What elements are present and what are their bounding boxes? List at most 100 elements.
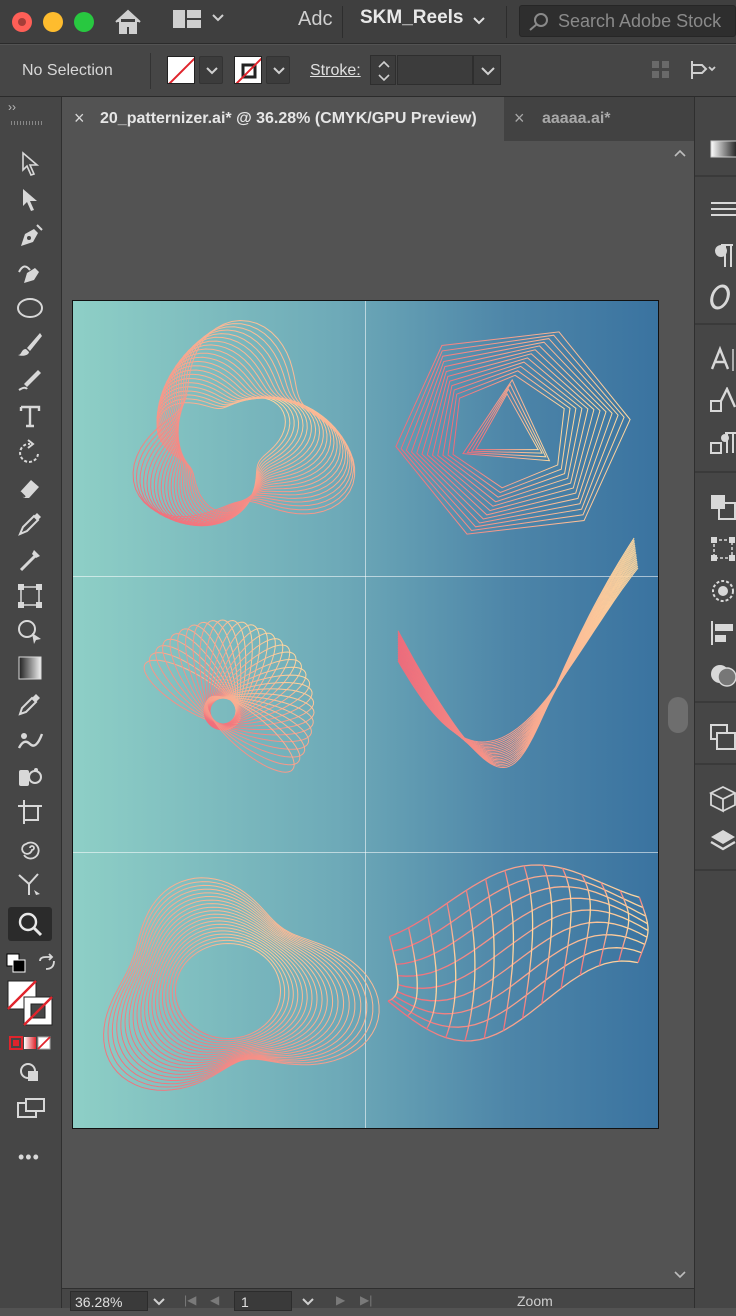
direct-selection-tool[interactable] bbox=[8, 183, 52, 217]
first-artboard-icon[interactable]: |◀ bbox=[184, 1293, 196, 1307]
workspace-switcher-icon[interactable] bbox=[172, 8, 202, 30]
eraser-tool[interactable] bbox=[8, 471, 52, 505]
stroke-dropdown[interactable] bbox=[266, 56, 290, 84]
chevron-down-icon[interactable] bbox=[470, 12, 488, 30]
color-mode-buttons[interactable] bbox=[8, 1035, 52, 1051]
ellipse-icon bbox=[17, 298, 43, 318]
artboard[interactable] bbox=[72, 300, 659, 1129]
close-tab-button[interactable]: × bbox=[514, 108, 525, 129]
fill-dropdown[interactable] bbox=[199, 56, 223, 84]
pattern-line bbox=[541, 864, 553, 1004]
curvature-tool[interactable] bbox=[8, 255, 52, 289]
right-panel-dock bbox=[694, 97, 736, 1308]
gradient-tool[interactable] bbox=[8, 651, 52, 685]
artboards-icon[interactable] bbox=[709, 723, 736, 751]
pattern-line bbox=[521, 865, 534, 1019]
pattern-line bbox=[208, 632, 276, 729]
layers-icon[interactable] bbox=[709, 827, 736, 855]
collapse-panel-button[interactable]: ›› bbox=[8, 100, 16, 114]
align-icon[interactable] bbox=[709, 619, 736, 647]
fill-swatch[interactable] bbox=[167, 56, 195, 84]
chevron-down-icon[interactable] bbox=[148, 1291, 170, 1311]
width-tool[interactable] bbox=[8, 507, 52, 541]
tab-aaaaa[interactable]: × aaaaa.ai* bbox=[504, 97, 694, 141]
curvature-pen-icon bbox=[18, 265, 39, 283]
divider bbox=[695, 869, 736, 871]
tab-20-patternizer[interactable]: × 20_patternizer.ai* @ 36.28% (CMYK/GPU … bbox=[62, 97, 504, 141]
align-grid-icon[interactable] bbox=[650, 59, 672, 81]
window-zoom-button[interactable] bbox=[74, 12, 94, 32]
puppet-warp-tool[interactable] bbox=[8, 723, 52, 757]
drawing-modes-icon[interactable] bbox=[18, 1061, 42, 1083]
paragraph-styles-icon[interactable] bbox=[709, 429, 736, 457]
gradient-panel-icon[interactable] bbox=[709, 137, 736, 165]
stroke-weight-stepper[interactable] bbox=[370, 55, 396, 85]
swap-colors-icon[interactable] bbox=[36, 953, 58, 975]
type-tool[interactable] bbox=[8, 399, 52, 433]
menu-icon[interactable] bbox=[709, 197, 736, 225]
stroke-swatch[interactable] bbox=[234, 56, 262, 84]
document-switcher[interactable]: SKM_Reels bbox=[360, 7, 464, 29]
canvas[interactable] bbox=[62, 141, 694, 1288]
3d-materials-icon[interactable] bbox=[708, 785, 736, 813]
artboard-tool[interactable] bbox=[8, 795, 52, 829]
stock-search-input[interactable]: Search Adobe Stock bbox=[519, 5, 736, 37]
default-colors-icon[interactable] bbox=[6, 953, 28, 975]
appearance-icon[interactable] bbox=[709, 577, 736, 605]
transform-panel-icon[interactable] bbox=[688, 57, 716, 83]
tab-label: aaaaa.ai* bbox=[542, 110, 611, 127]
artboard-number-input[interactable]: 1 bbox=[234, 1291, 292, 1311]
shape-builder-tool[interactable] bbox=[8, 615, 52, 649]
mesh-tool[interactable] bbox=[8, 867, 52, 901]
character-styles-icon[interactable] bbox=[709, 386, 736, 415]
edit-toolbar-button[interactable]: ••• bbox=[18, 1147, 40, 1168]
pattern-line bbox=[139, 326, 353, 521]
pattern-line bbox=[502, 870, 515, 1031]
stroke-weight-input[interactable] bbox=[397, 55, 473, 85]
opentype-icon[interactable] bbox=[709, 283, 736, 311]
document-tab-bar: × 20_patternizer.ai* @ 36.28% (CMYK/GPU … bbox=[62, 97, 694, 141]
last-artboard-icon[interactable]: ▶| bbox=[360, 1293, 372, 1307]
window-close-button[interactable] bbox=[12, 12, 32, 32]
previous-artboard-icon[interactable]: ◀ bbox=[210, 1293, 219, 1307]
twirl-tool[interactable] bbox=[8, 831, 52, 865]
eyedropper-tool[interactable] bbox=[8, 687, 52, 721]
chevron-down-icon[interactable] bbox=[298, 1291, 318, 1311]
vertical-scrollbar[interactable] bbox=[664, 141, 694, 1288]
scroll-thumb[interactable] bbox=[668, 697, 688, 733]
paragraph-icon[interactable] bbox=[709, 241, 736, 269]
paintbrush-tool[interactable] bbox=[8, 327, 52, 361]
type-icon bbox=[19, 405, 41, 428]
panel-grip[interactable] bbox=[11, 121, 43, 125]
character-panel-icon[interactable] bbox=[709, 345, 736, 373]
chevron-down-icon[interactable] bbox=[673, 1267, 687, 1281]
next-artboard-icon[interactable]: ▶ bbox=[336, 1293, 345, 1307]
screen-mode-icon[interactable] bbox=[16, 1097, 46, 1119]
zoom-level-input[interactable]: 36.28% bbox=[70, 1291, 148, 1311]
transform-icon[interactable] bbox=[709, 535, 736, 563]
zoom-tool[interactable] bbox=[8, 907, 52, 941]
divider bbox=[342, 6, 343, 38]
window-minimize-button[interactable] bbox=[43, 12, 63, 32]
close-tab-button[interactable]: × bbox=[74, 108, 85, 129]
ellipse-tool[interactable] bbox=[8, 291, 52, 325]
fill-stroke-swatches[interactable] bbox=[6, 979, 54, 1027]
app-name: Adc bbox=[298, 8, 333, 30]
home-icon[interactable] bbox=[112, 8, 144, 36]
eyedropper-shaper-tool[interactable] bbox=[8, 543, 52, 577]
stroke-label[interactable]: Stroke: bbox=[310, 62, 361, 80]
transparency-icon[interactable] bbox=[709, 661, 736, 689]
chevron-down-icon[interactable] bbox=[210, 10, 226, 26]
pathfinder-icon[interactable] bbox=[709, 493, 736, 521]
rotate-tool[interactable] bbox=[8, 435, 52, 469]
free-transform-tool[interactable] bbox=[8, 579, 52, 613]
free-transform-icon bbox=[18, 584, 42, 608]
symbol-sprayer-tool[interactable] bbox=[8, 759, 52, 793]
pen-tool[interactable] bbox=[8, 219, 52, 253]
stroke-weight-dropdown[interactable] bbox=[473, 55, 501, 85]
pencil-tool[interactable] bbox=[8, 363, 52, 397]
chevron-up-icon[interactable] bbox=[673, 147, 687, 161]
rotate-icon bbox=[19, 439, 39, 463]
stepper-arrows-icon bbox=[378, 60, 390, 82]
selection-tool[interactable] bbox=[8, 147, 52, 181]
